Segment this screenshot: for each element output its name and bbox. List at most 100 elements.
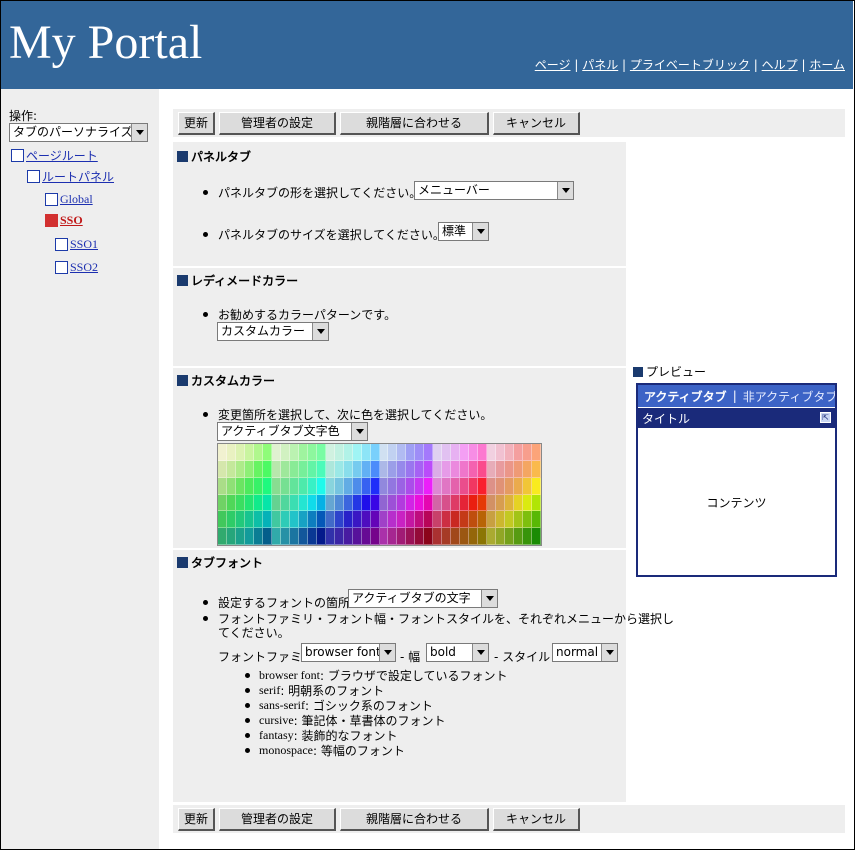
color-swatch[interactable]: [361, 477, 371, 495]
color-swatch[interactable]: [415, 460, 425, 478]
color-swatch[interactable]: [397, 477, 407, 495]
color-swatch[interactable]: [388, 460, 398, 478]
color-swatch[interactable]: [244, 460, 254, 478]
color-swatch[interactable]: [388, 477, 398, 495]
color-swatch[interactable]: [451, 460, 461, 478]
color-swatch[interactable]: [271, 511, 281, 529]
color-swatch[interactable]: [478, 528, 488, 545]
color-swatch[interactable]: [253, 460, 263, 478]
nav-link-help[interactable]: ヘルプ: [762, 58, 798, 72]
color-swatch[interactable]: [218, 477, 227, 495]
color-swatch[interactable]: [271, 460, 281, 478]
color-swatch[interactable]: [397, 528, 407, 545]
cancel-button[interactable]: キャンセル: [493, 808, 580, 831]
color-swatch[interactable]: [370, 444, 380, 461]
chevron-down-icon[interactable]: [481, 590, 497, 607]
color-swatch[interactable]: [514, 477, 524, 495]
color-swatch[interactable]: [523, 511, 533, 529]
color-swatch[interactable]: [334, 477, 344, 495]
color-swatch[interactable]: [343, 511, 353, 529]
color-swatch[interactable]: [235, 494, 245, 512]
preview-active-tab[interactable]: アクティブタブ: [644, 388, 727, 405]
color-swatch[interactable]: [316, 477, 326, 495]
color-swatch[interactable]: [379, 528, 389, 545]
color-swatch[interactable]: [451, 444, 461, 461]
color-swatch[interactable]: [218, 528, 227, 545]
color-swatch[interactable]: [262, 477, 272, 495]
color-swatch[interactable]: [235, 528, 245, 545]
color-swatch[interactable]: [325, 460, 335, 478]
color-swatch[interactable]: [352, 511, 362, 529]
color-swatch[interactable]: [478, 444, 488, 461]
color-swatch[interactable]: [451, 511, 461, 529]
color-swatch[interactable]: [460, 511, 470, 529]
color-swatch[interactable]: [469, 511, 479, 529]
font-weight-select[interactable]: bold: [426, 643, 489, 662]
color-swatch[interactable]: [289, 460, 299, 478]
chevron-down-icon[interactable]: [472, 644, 488, 661]
color-swatch[interactable]: [235, 511, 245, 529]
color-swatch[interactable]: [352, 494, 362, 512]
color-swatch[interactable]: [244, 444, 254, 461]
color-target-select[interactable]: アクティブタブ文字色: [217, 422, 368, 441]
admin-settings-button[interactable]: 管理者の設定: [219, 112, 336, 135]
maximize-icon[interactable]: ⇱: [820, 412, 831, 423]
nav-link-panel[interactable]: パネル: [582, 58, 618, 72]
color-swatch[interactable]: [514, 494, 524, 512]
color-swatch[interactable]: [343, 528, 353, 545]
color-swatch[interactable]: [478, 494, 488, 512]
color-swatch[interactable]: [253, 511, 263, 529]
preview-inactive-tab[interactable]: 非アクティブタブ: [743, 388, 835, 405]
color-swatch[interactable]: [415, 444, 425, 461]
color-swatch[interactable]: [352, 528, 362, 545]
color-swatch[interactable]: [370, 494, 380, 512]
color-swatch[interactable]: [244, 511, 254, 529]
font-family-select[interactable]: browser font: [301, 643, 396, 662]
cancel-button[interactable]: キャンセル: [493, 112, 580, 135]
color-swatch[interactable]: [370, 511, 380, 529]
color-swatch[interactable]: [487, 477, 497, 495]
tree-item-sso1[interactable]: SSO1: [55, 237, 98, 252]
color-swatch[interactable]: [397, 494, 407, 512]
color-swatch[interactable]: [361, 494, 371, 512]
color-swatch[interactable]: [271, 444, 281, 461]
color-swatch[interactable]: [478, 477, 488, 495]
color-swatch[interactable]: [397, 444, 407, 461]
color-swatch[interactable]: [388, 494, 398, 512]
color-swatch[interactable]: [388, 444, 398, 461]
color-swatch[interactable]: [262, 494, 272, 512]
color-swatch[interactable]: [406, 494, 416, 512]
color-swatch[interactable]: [433, 511, 443, 529]
color-swatch[interactable]: [325, 511, 335, 529]
color-swatch[interactable]: [532, 460, 541, 478]
color-swatch[interactable]: [307, 477, 317, 495]
color-swatch[interactable]: [289, 528, 299, 545]
tree-item-sso2[interactable]: SSO2: [55, 260, 98, 275]
color-swatch[interactable]: [442, 494, 452, 512]
color-swatch[interactable]: [523, 528, 533, 545]
color-swatch[interactable]: [361, 460, 371, 478]
tree-item-global[interactable]: Global: [45, 192, 93, 207]
color-swatch[interactable]: [496, 528, 506, 545]
color-swatch[interactable]: [523, 444, 533, 461]
color-swatch[interactable]: [298, 528, 308, 545]
color-swatch[interactable]: [487, 511, 497, 529]
color-swatch[interactable]: [307, 444, 317, 461]
color-swatch[interactable]: [334, 511, 344, 529]
color-swatch[interactable]: [226, 511, 236, 529]
color-swatch[interactable]: [262, 511, 272, 529]
color-swatch[interactable]: [514, 528, 524, 545]
color-swatch[interactable]: [379, 477, 389, 495]
color-swatch[interactable]: [262, 528, 272, 545]
color-swatch[interactable]: [370, 477, 380, 495]
color-swatch[interactable]: [298, 460, 308, 478]
color-swatch[interactable]: [226, 460, 236, 478]
color-swatch[interactable]: [334, 444, 344, 461]
color-swatch[interactable]: [532, 444, 541, 461]
color-swatch[interactable]: [334, 528, 344, 545]
color-swatch[interactable]: [451, 477, 461, 495]
color-swatch[interactable]: [262, 460, 272, 478]
color-swatch[interactable]: [307, 460, 317, 478]
color-swatch[interactable]: [379, 444, 389, 461]
color-swatch[interactable]: [496, 477, 506, 495]
